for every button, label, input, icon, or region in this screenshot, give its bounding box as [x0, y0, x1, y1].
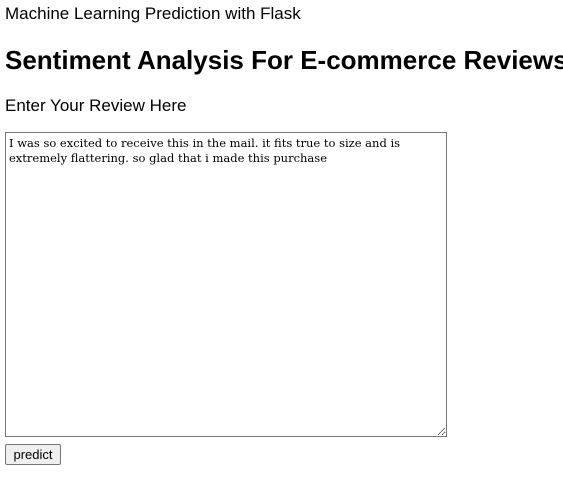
page-title: Sentiment Analysis For E-commerce Review…: [5, 45, 563, 75]
review-textarea[interactable]: I was so excited to receive this in the …: [5, 132, 447, 437]
review-label: Enter Your Review Here: [5, 96, 187, 115]
predict-button[interactable]: predict: [5, 444, 61, 465]
app-subtitle: Machine Learning Prediction with Flask: [5, 4, 301, 23]
